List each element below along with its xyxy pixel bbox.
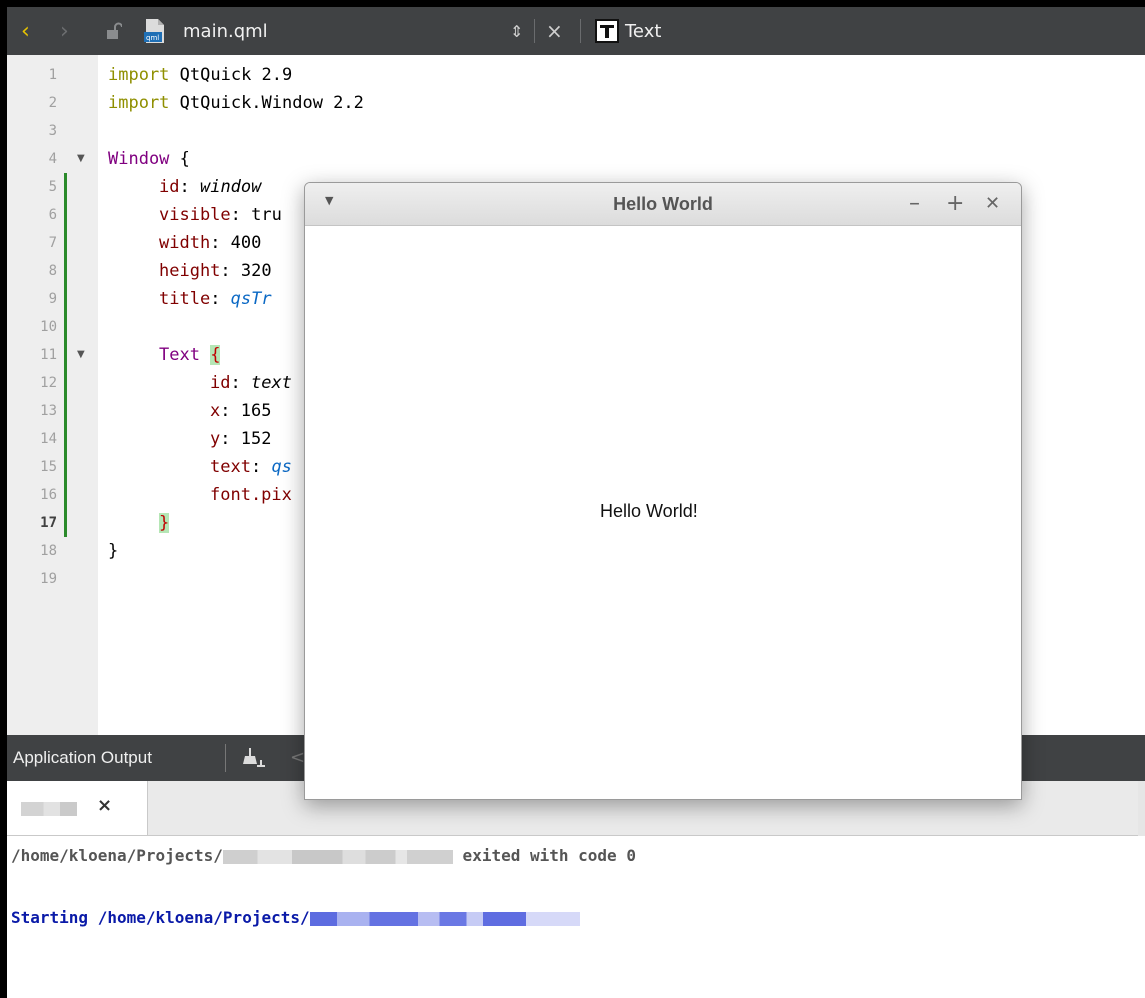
code-line: visible: tru [159, 205, 282, 225]
redacted-path [309, 911, 580, 926]
code-line: height: 320 [159, 261, 272, 281]
line-number: 19 [40, 571, 57, 587]
code-line: id: window [159, 177, 262, 197]
editor-toolbar: ‹ › qml main.qml ⇕ × Text [7, 7, 1145, 55]
redacted-path [222, 849, 453, 864]
clean-broom-icon[interactable] [241, 735, 265, 781]
line-number: 1 [48, 67, 57, 83]
line-number: 9 [48, 291, 57, 307]
toolbar-divider [534, 19, 535, 43]
run-tab[interactable]: × [7, 781, 148, 835]
window-content: Hello World! [305, 226, 1021, 799]
change-marker [64, 173, 67, 537]
window-title-bar[interactable]: ▼ Hello World – + ✕ [305, 183, 1021, 226]
toolbar-divider [225, 744, 226, 772]
line-number: 18 [40, 543, 57, 559]
line-number-gutter: 1 2 3 4 5 6 7 8 9 10 11 12 13 14 15 16 1… [7, 55, 98, 735]
line-number: 14 [40, 431, 57, 447]
fold-arrow-icon[interactable]: ▼ [77, 341, 85, 369]
code-line: text: qs [210, 457, 292, 477]
output-text-area: /home/kloena/Projects/ exited with code … [7, 836, 1145, 998]
code-line: title: qsTr [159, 289, 272, 309]
file-switch-icon[interactable]: ⇕ [510, 7, 523, 55]
close-icon[interactable]: × [97, 795, 112, 816]
line-number: 2 [48, 95, 57, 111]
symbol-selector[interactable]: Text [625, 7, 661, 55]
output-line: /home/kloena/Projects/ exited with code … [11, 846, 636, 865]
panel-title: Application Output [13, 748, 152, 767]
minimize-icon[interactable]: – [909, 183, 920, 225]
hello-world-window[interactable]: ▼ Hello World – + ✕ Hello World! [304, 182, 1022, 800]
file-name[interactable]: main.qml [183, 7, 268, 55]
line-number: 6 [48, 207, 57, 223]
code-line: Window { [108, 149, 190, 169]
toolbar-divider [580, 19, 581, 43]
line-number: 7 [48, 235, 57, 251]
chevron-left-icon[interactable]: < [290, 735, 305, 781]
svg-text:qml: qml [146, 34, 159, 42]
line-number: 5 [48, 179, 57, 195]
line-number: 13 [40, 403, 57, 419]
chevron-left-icon[interactable]: ‹ [21, 7, 30, 55]
code-line: width: 400 [159, 233, 262, 253]
line-number: 16 [40, 487, 57, 503]
code-line: import QtQuick.Window 2.2 [108, 93, 364, 113]
output-line: Starting /home/kloena/Projects/ [11, 908, 580, 927]
line-number: 15 [40, 459, 57, 475]
lock-icon[interactable] [106, 7, 122, 55]
maximize-icon[interactable]: + [946, 183, 964, 225]
code-line: } [108, 541, 119, 561]
code-line: } [159, 513, 170, 533]
text-type-icon [595, 7, 619, 55]
line-number: 11 [40, 347, 57, 363]
hello-world-text: Hello World! [600, 501, 698, 521]
code-line: y: 152 [210, 429, 272, 449]
line-number: 10 [40, 319, 57, 335]
qml-file-icon: qml [144, 7, 166, 55]
current-line-number: 17 [40, 515, 57, 531]
code-line: import QtQuick 2.9 [108, 65, 293, 85]
code-line: id: text [210, 373, 292, 393]
fold-arrow-icon[interactable]: ▼ [77, 145, 85, 173]
line-number: 12 [40, 375, 57, 391]
close-icon[interactable]: ✕ [985, 183, 1000, 225]
code-line: Text { [159, 345, 221, 365]
qt-creator-window: ‹ › qml main.qml ⇕ × Text 1 2 3 4 5 6 7 … [7, 7, 1145, 998]
code-line: x: 165 [210, 401, 272, 421]
line-number: 3 [48, 123, 57, 139]
close-icon[interactable]: × [546, 7, 563, 55]
line-number: 8 [48, 263, 57, 279]
code-line: font.pix [210, 485, 292, 505]
line-number: 4 [48, 151, 57, 167]
redacted-tab-label [21, 802, 77, 816]
chevron-right-icon[interactable]: › [60, 7, 69, 55]
